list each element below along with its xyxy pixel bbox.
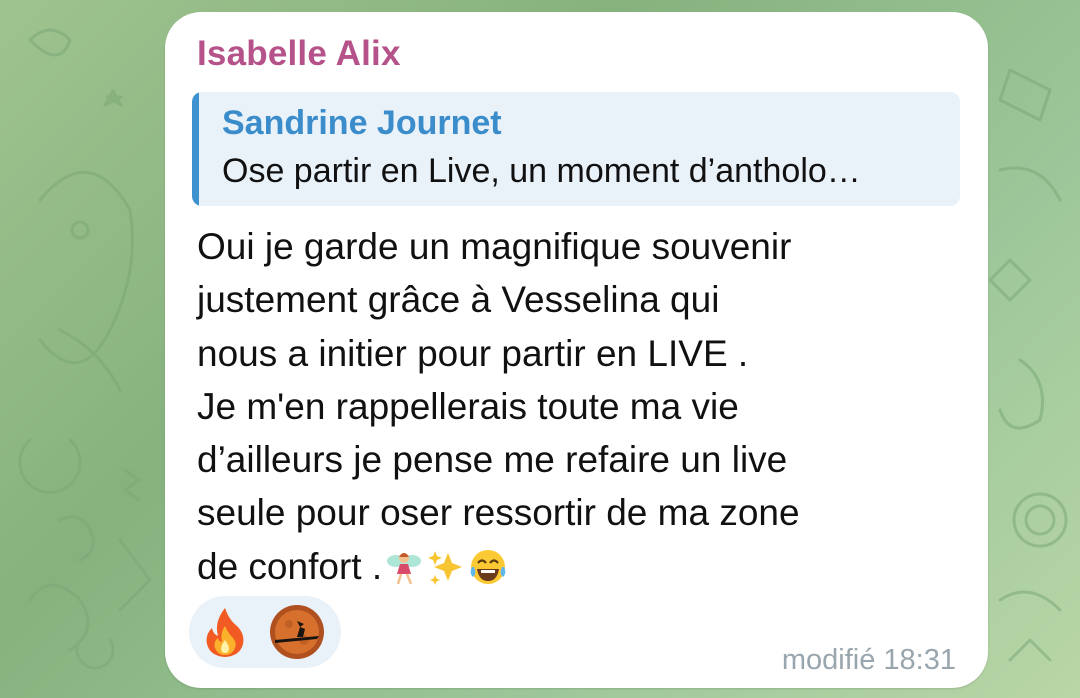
message-text: Oui je garde un magnifique souvenir just…: [197, 220, 967, 593]
reply-accent-bar: [192, 92, 199, 206]
message-line: nous a initier pour partir en LIVE .: [197, 332, 749, 374]
sparkles-emoji: [428, 550, 463, 585]
sender-name[interactable]: Isabelle Alix: [197, 34, 401, 74]
message-line: Je m'en rappellerais toute ma vie: [197, 385, 739, 427]
reply-author: Sandrine Journet: [222, 104, 502, 142]
reply-preview[interactable]: Sandrine Journet Ose partir en Live, un …: [192, 92, 960, 206]
tears-of-joy-emoji: [470, 549, 506, 584]
message-line: justement grâce à Vesselina qui: [197, 279, 720, 321]
message-line-last: de confort .: [197, 540, 967, 593]
fairy-emoji: [387, 552, 422, 585]
reply-snippet: Ose partir en Live, un moment d’antholo…: [222, 152, 861, 190]
message-line: seule pour oser ressortir de ma zone: [197, 492, 800, 534]
message-line: d’ailleurs je pense me refaire un live: [197, 439, 788, 481]
reactions-bar: [189, 596, 341, 668]
message-bubble[interactable]: Isabelle Alix Sandrine Journet Ose parti…: [165, 12, 988, 688]
moon-witch-icon[interactable]: [269, 604, 325, 660]
message-line: Oui je garde un magnifique souvenir: [197, 226, 792, 267]
message-line-text: de confort .: [197, 545, 383, 587]
fire-icon[interactable]: [197, 604, 253, 660]
message-status: modifié 18:31: [781, 644, 956, 676]
